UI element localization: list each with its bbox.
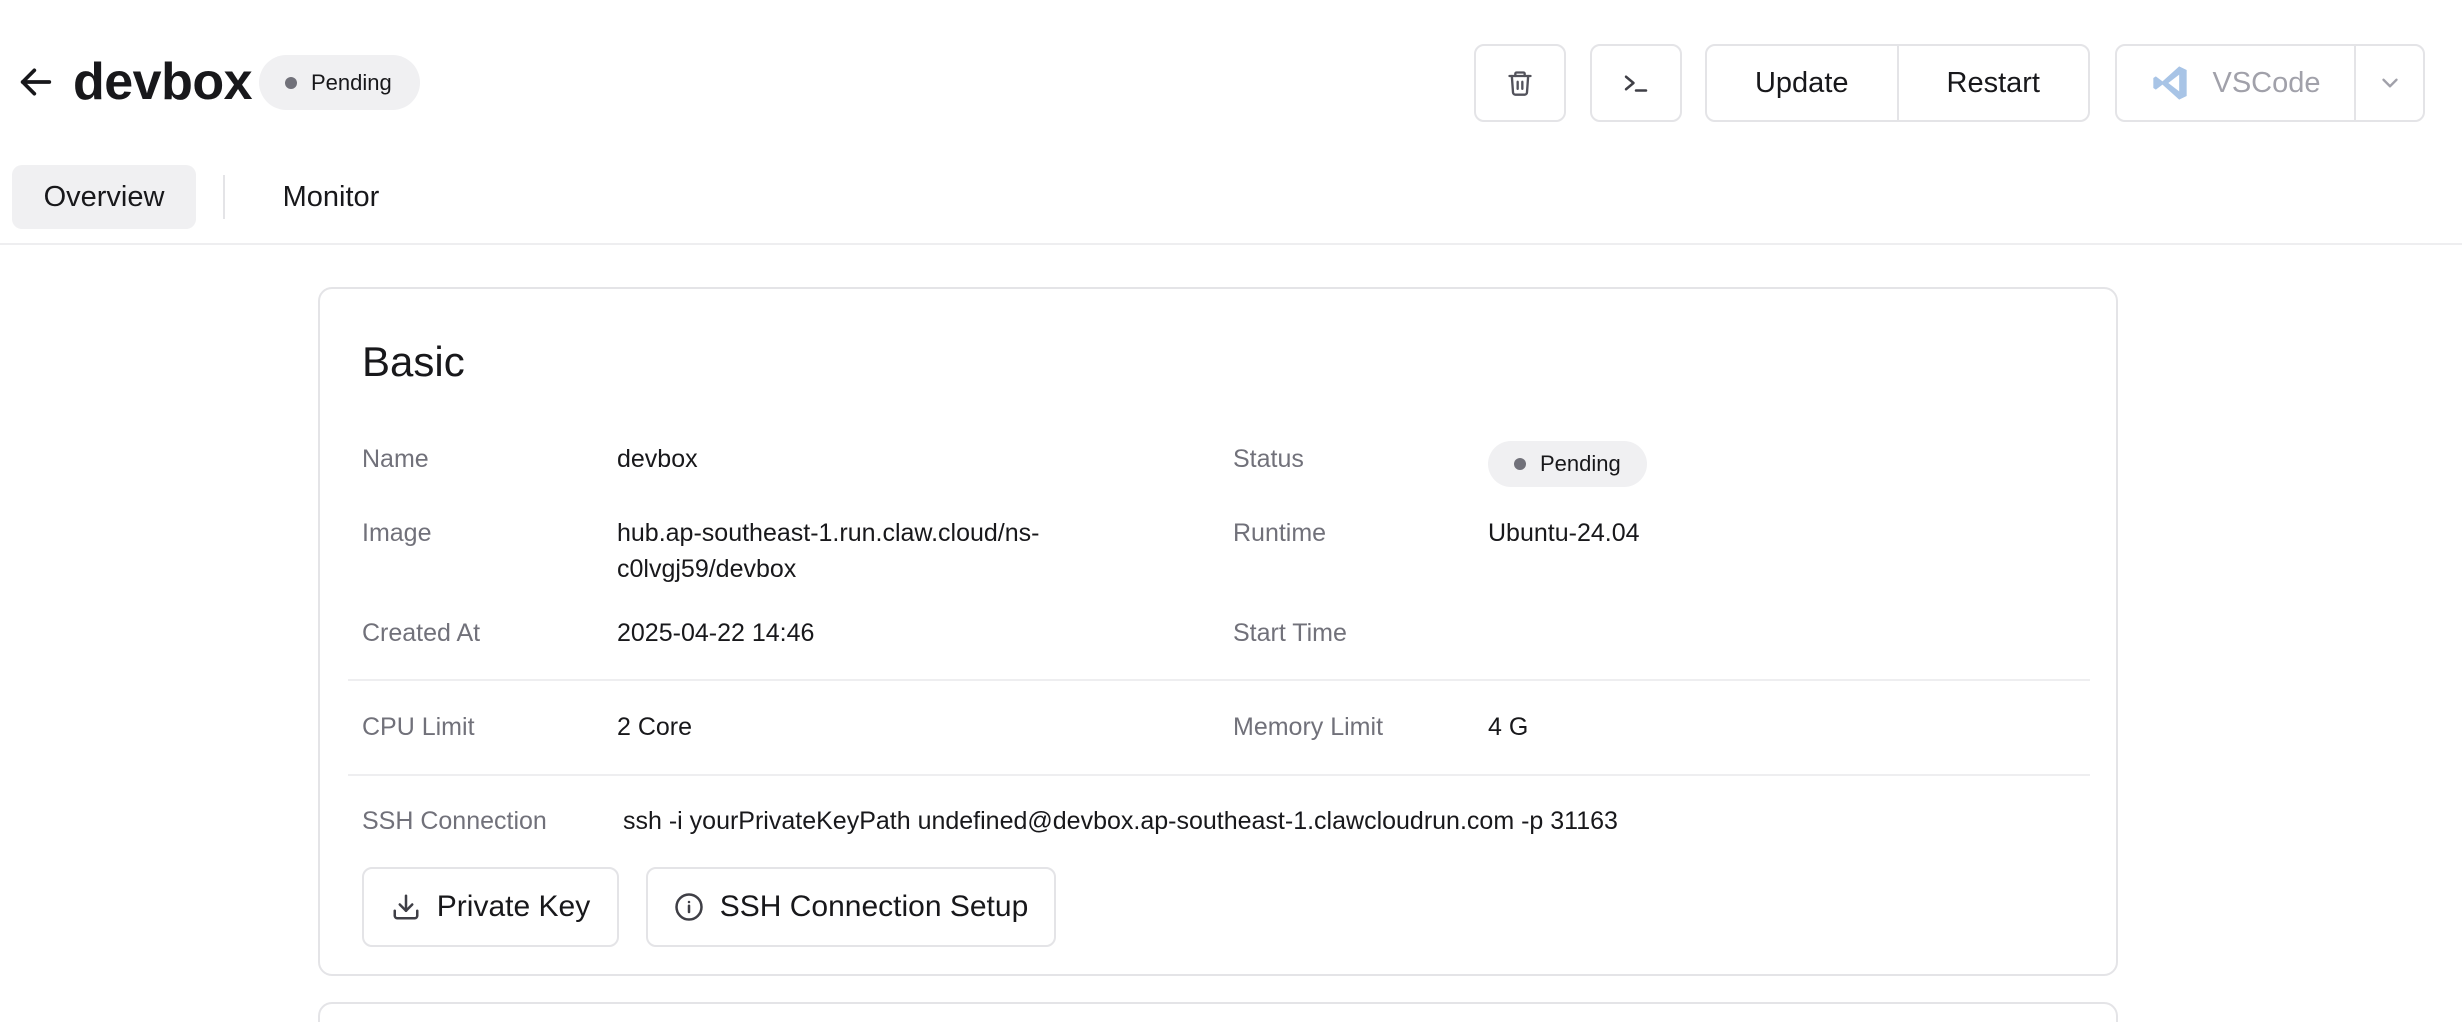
- cpu-limit-value: 2 Core: [617, 713, 693, 741]
- status-value-badge: Pending: [1488, 441, 1647, 487]
- cpu-limit-label: CPU Limit: [362, 713, 475, 741]
- status-text: Pending: [311, 69, 392, 95]
- ssh-connection-command[interactable]: ssh -i yourPrivateKeyPath undefined@devb…: [623, 803, 1618, 839]
- delete-button[interactable]: [1474, 44, 1566, 122]
- trash-icon: [1508, 71, 1532, 96]
- status-label: Status: [1233, 445, 1304, 473]
- update-button[interactable]: Update: [1707, 46, 1897, 120]
- start-time-label: Start Time: [1233, 619, 1347, 647]
- created-at-label: Created At: [362, 619, 481, 647]
- ssh-connection-label: SSH Connection: [362, 807, 547, 835]
- image-value-line-2: c0lvgj59/devbox: [617, 555, 797, 583]
- created-at-value: 2025-04-22 14:46: [617, 619, 815, 647]
- card-title: Basic: [362, 338, 465, 385]
- private-key-button[interactable]: Private Key: [362, 867, 619, 947]
- tab-separator: [223, 175, 225, 219]
- ide-dropdown-button[interactable]: [2354, 46, 2423, 120]
- download-icon: [393, 894, 419, 920]
- back-arrow-icon: [20, 68, 52, 96]
- page-title: devbox: [73, 53, 253, 111]
- vscode-icon: [2153, 66, 2188, 100]
- open-vscode-button[interactable]: VSCode: [2117, 46, 2354, 120]
- ssh-connection-setup-button[interactable]: SSH Connection Setup: [646, 867, 1056, 947]
- memory-limit-value: 4 G: [1488, 713, 1529, 741]
- ssh-setup-label: SSH Connection Setup: [719, 890, 1029, 923]
- chevron-down-icon: [2381, 78, 2398, 88]
- status-dot: [285, 76, 297, 89]
- back-button[interactable]: [14, 58, 58, 106]
- private-key-label: Private Key: [436, 890, 591, 923]
- action-button-group: Update Restart: [1705, 44, 2090, 122]
- image-label: Image: [362, 519, 432, 547]
- header-divider: [0, 243, 2462, 245]
- terminal-button[interactable]: [1590, 44, 1682, 122]
- name-value: devbox: [617, 445, 698, 473]
- row-divider: [348, 774, 2090, 776]
- name-label: Name: [362, 445, 429, 473]
- ide-button-group: VSCode: [2115, 44, 2425, 122]
- row-divider: [348, 679, 2090, 681]
- status-badge: Pending: [259, 55, 420, 110]
- next-card: [318, 1002, 2118, 1022]
- restart-button[interactable]: Restart: [1896, 46, 2089, 120]
- info-icon: [674, 893, 703, 921]
- terminal-icon: [1624, 75, 1648, 92]
- status-dot: [1514, 458, 1526, 470]
- image-value-line-1: hub.ap-southeast-1.run.claw.cloud/ns-: [617, 519, 1040, 547]
- basic-info-card: Basic Name devbox Status Pending Image h…: [318, 287, 2118, 976]
- runtime-label: Runtime: [1233, 519, 1327, 547]
- memory-limit-label: Memory Limit: [1233, 713, 1384, 741]
- tab-overview[interactable]: Overview: [12, 165, 196, 229]
- status-value: Pending: [1540, 451, 1621, 476]
- tab-monitor[interactable]: Monitor: [255, 165, 407, 229]
- runtime-value: Ubuntu-24.04: [1488, 519, 1640, 547]
- vscode-label: VSCode: [2212, 66, 2321, 99]
